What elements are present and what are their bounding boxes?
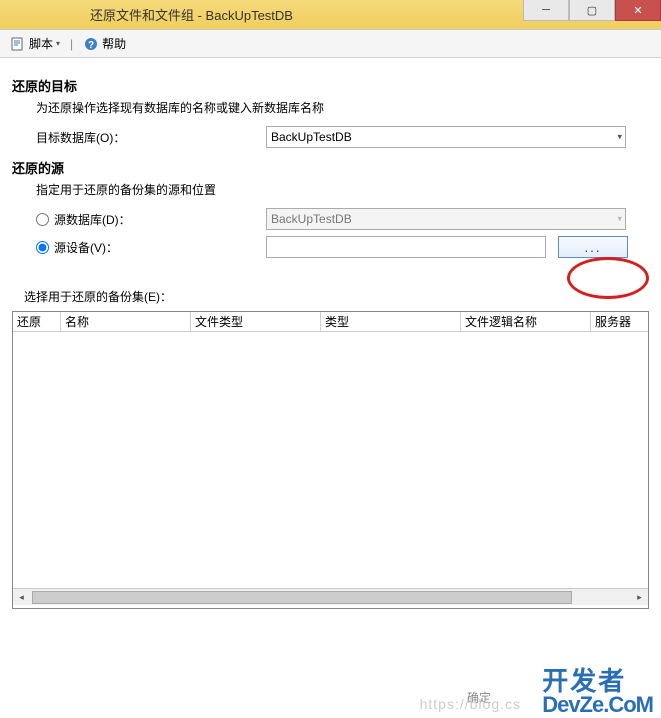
from-device-radio-label[interactable]: 源设备(V)： <box>36 239 266 256</box>
target-db-label: 目标数据库(O)： <box>36 129 266 146</box>
window-controls: ─ ▢ ✕ <box>523 0 661 29</box>
browse-button[interactable]: ... <box>558 236 628 258</box>
col-logicalname[interactable]: 文件逻辑名称 <box>461 312 591 331</box>
col-type[interactable]: 类型 <box>321 312 461 331</box>
from-device-radio[interactable] <box>36 241 49 254</box>
script-button[interactable]: 脚本 ▾ <box>6 33 64 54</box>
minimize-button[interactable]: ─ <box>523 0 569 21</box>
watermark-logo: 开发者 DevZe.CoM <box>542 661 653 718</box>
watermark-url: https://blog.cs <box>420 696 521 712</box>
watermark-en: DevZe.CoM <box>542 692 653 718</box>
from-db-select <box>266 208 626 230</box>
source-section-title: 还原的源 <box>12 158 649 177</box>
window-title: 还原文件和文件组 - BackUpTestDB <box>0 5 293 24</box>
table-header: 还原 名称 文件类型 类型 文件逻辑名称 服务器 <box>13 312 648 332</box>
content-area: 还原的目标 为还原操作选择现有数据库的名称或键入新数据库名称 目标数据库(O)：… <box>0 58 661 305</box>
scroll-left-icon[interactable]: ◂ <box>13 590 30 605</box>
scroll-thumb[interactable] <box>32 591 572 604</box>
col-name[interactable]: 名称 <box>61 312 191 331</box>
col-filetype[interactable]: 文件类型 <box>191 312 321 331</box>
help-button[interactable]: ? 帮助 <box>79 33 130 54</box>
help-label: 帮助 <box>102 35 126 52</box>
horizontal-scrollbar[interactable]: ◂ ▸ <box>13 588 648 605</box>
from-db-text: 源数据库(D)： <box>54 211 131 228</box>
source-section-desc: 指定用于还原的备份集的源和位置 <box>36 181 649 198</box>
scroll-right-icon[interactable]: ▸ <box>631 590 648 605</box>
col-restore[interactable]: 还原 <box>13 312 61 331</box>
titlebar: 还原文件和文件组 - BackUpTestDB ─ ▢ ✕ <box>0 0 661 30</box>
backupset-table: 还原 名称 文件类型 类型 文件逻辑名称 服务器 ◂ ▸ <box>12 311 649 609</box>
from-db-radio[interactable] <box>36 213 49 226</box>
help-icon: ? <box>83 36 99 52</box>
maximize-button[interactable]: ▢ <box>569 0 615 21</box>
toolbar: 脚本 ▾ | ? 帮助 <box>0 30 661 58</box>
from-device-text: 源设备(V)： <box>54 239 118 256</box>
col-server[interactable]: 服务器 <box>591 312 648 331</box>
target-section-desc: 为还原操作选择现有数据库的名称或键入新数据库名称 <box>36 99 649 116</box>
from-db-radio-label[interactable]: 源数据库(D)： <box>36 211 266 228</box>
script-label: 脚本 <box>29 35 53 52</box>
bottom-bar: 确定 https://blog.cs 开发者 DevZe.CoM <box>0 680 661 718</box>
toolbar-separator: | <box>70 37 73 51</box>
table-body <box>13 332 648 588</box>
target-db-select[interactable] <box>266 126 626 148</box>
script-icon <box>10 36 26 52</box>
svg-text:?: ? <box>88 40 94 51</box>
close-button[interactable]: ✕ <box>615 0 661 21</box>
dropdown-arrow-icon: ▾ <box>56 39 60 48</box>
device-path-input[interactable] <box>266 236 546 258</box>
target-section-title: 还原的目标 <box>12 76 649 95</box>
backupset-label: 选择用于还原的备份集(E)： <box>24 288 649 305</box>
